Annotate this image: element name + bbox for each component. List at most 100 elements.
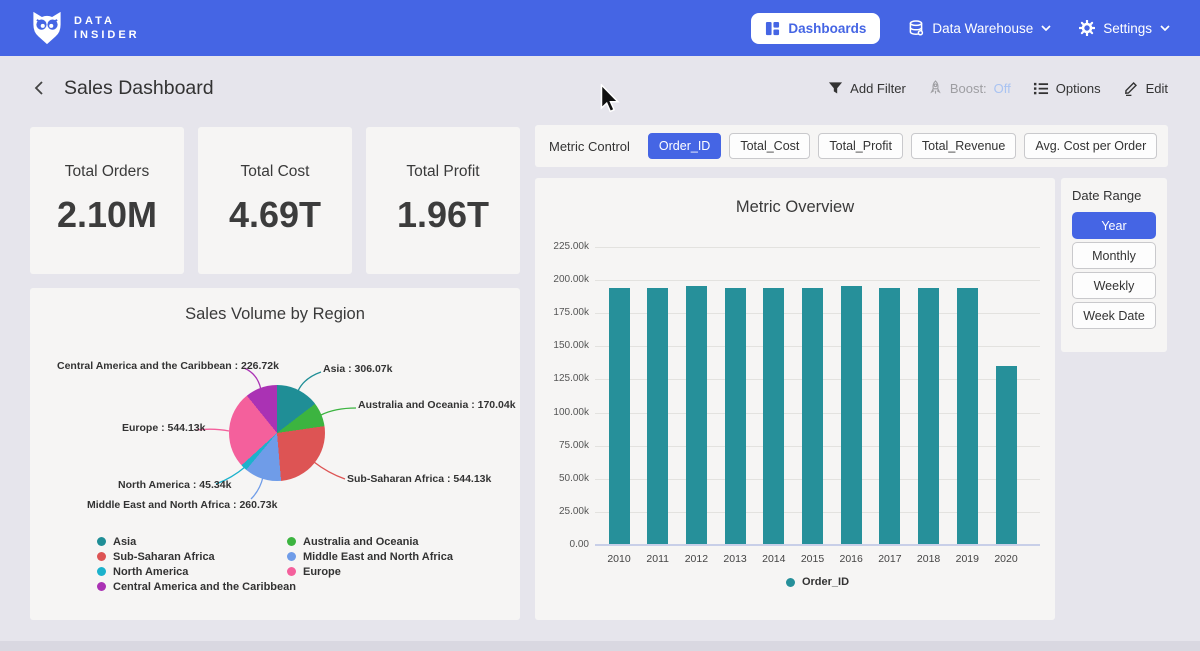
metric-chip-total-revenue[interactable]: Total_Revenue (911, 133, 1016, 159)
options-button[interactable]: Options (1033, 81, 1101, 96)
pie-label-australia: Australia and Oceania : 170.04k (358, 399, 516, 411)
settings-menu[interactable]: Settings (1079, 20, 1170, 36)
page-title: Sales Dashboard (64, 77, 214, 100)
legend-dot (287, 567, 296, 576)
bar-chart-title: Metric Overview (535, 198, 1055, 217)
pie-chart[interactable] (229, 385, 325, 481)
data-warehouse-label: Data Warehouse (932, 21, 1033, 36)
owl-logo-icon (30, 10, 64, 46)
pie-label-mena: Middle East and North Africa : 260.73k (87, 499, 277, 511)
pie-label-north-america: North America : 45.34k (118, 479, 231, 491)
boost-toggle[interactable]: Boost: Off (928, 80, 1011, 96)
bar-2019[interactable] (957, 288, 978, 545)
bar-plot-area: 0.0025.00k50.00k75.00k100.00k125.00k150.… (595, 247, 1040, 545)
filter-icon (828, 81, 843, 95)
y-axis-tick: 50.00k (537, 474, 589, 484)
gridline (595, 247, 1040, 248)
bottom-scroll-strip (0, 641, 1200, 651)
back-button[interactable] (32, 80, 48, 96)
legend-item[interactable]: North America (97, 564, 296, 579)
date-range-year[interactable]: Year (1072, 212, 1156, 239)
legend-item[interactable]: Sub-Saharan Africa (97, 549, 296, 564)
metric-overview-chart: Metric Overview 0.0025.00k50.00k75.00k10… (535, 178, 1055, 620)
legend-dot (97, 552, 106, 561)
x-axis-tick: 2012 (675, 553, 717, 565)
date-range-panel: Date Range Year Monthly Weekly Week Date (1061, 178, 1167, 352)
legend-dot (786, 578, 795, 587)
y-axis-tick: 75.00k (537, 441, 589, 451)
metric-chip-total-profit[interactable]: Total_Profit (818, 133, 903, 159)
x-axis-tick: 2019 (946, 553, 988, 565)
y-axis-tick: 200.00k (537, 275, 589, 285)
bar-2013[interactable] (725, 288, 746, 545)
bar-2014[interactable] (763, 288, 784, 545)
bar-2020[interactable] (996, 366, 1017, 545)
x-axis-tick: 2014 (753, 553, 795, 565)
x-axis-tick: 2011 (637, 553, 679, 565)
mouse-cursor (600, 84, 620, 114)
legend-dot (97, 537, 106, 546)
y-axis-tick: 175.00k (537, 308, 589, 318)
chevron-down-icon (1160, 25, 1170, 31)
x-axis-tick: 2018 (908, 553, 950, 565)
metric-chip-avg-cost[interactable]: Avg. Cost per Order (1024, 133, 1157, 159)
y-axis-tick: 100.00k (537, 408, 589, 418)
pencil-icon (1123, 80, 1139, 96)
pie-label-sub-saharan: Sub-Saharan Africa : 544.13k (347, 473, 491, 485)
pie-legend-column-2: Australia and Oceania Middle East and No… (287, 534, 453, 579)
bar-2016[interactable] (841, 286, 862, 545)
data-warehouse-menu[interactable]: Data Warehouse (908, 20, 1051, 36)
settings-label: Settings (1103, 21, 1152, 36)
x-axis-tick: 2017 (869, 553, 911, 565)
metric-control-bar: Metric Control Order_ID Total_Cost Total… (535, 125, 1168, 167)
add-filter-button[interactable]: Add Filter (828, 81, 906, 96)
bar-2011[interactable] (647, 288, 668, 545)
pie-legend-column-1: Asia Sub-Saharan Africa North America Ce… (97, 534, 296, 594)
brand-logo: DATA INSIDER (30, 10, 140, 46)
y-axis-tick: 150.00k (537, 341, 589, 351)
kpi-total-orders: Total Orders 2.10M (30, 127, 184, 274)
x-axis-tick: 2015 (792, 553, 834, 565)
legend-dot (97, 567, 106, 576)
metric-chip-total-cost[interactable]: Total_Cost (729, 133, 810, 159)
kpi-cards: Total Orders 2.10M Total Cost 4.69T Tota… (30, 127, 520, 274)
legend-item[interactable]: Australia and Oceania (287, 534, 453, 549)
legend-dot (287, 552, 296, 561)
dashboards-button[interactable]: Dashboards (751, 13, 880, 44)
metric-chip-order-id[interactable]: Order_ID (648, 133, 721, 159)
pie-label-asia: Asia : 306.07k (323, 363, 392, 375)
x-axis-tick: 2010 (598, 553, 640, 565)
legend-item[interactable]: Middle East and North Africa (287, 549, 453, 564)
legend-item[interactable]: Asia (97, 534, 296, 549)
chevron-down-icon (1041, 25, 1051, 31)
date-range-weekly[interactable]: Weekly (1072, 272, 1156, 299)
legend-item[interactable]: Central America and the Caribbean (97, 579, 296, 594)
legend-item[interactable]: Europe (287, 564, 453, 579)
y-axis-tick: 25.00k (537, 507, 589, 517)
x-axis-line (595, 544, 1040, 546)
metric-control-label: Metric Control (549, 139, 630, 154)
bar-2012[interactable] (686, 286, 707, 545)
brand-name: DATA INSIDER (74, 14, 140, 42)
pie-label-europe: Europe : 544.13k (122, 422, 205, 434)
date-range-label: Date Range (1072, 188, 1156, 203)
y-axis-tick: 125.00k (537, 374, 589, 384)
bar-2017[interactable] (879, 288, 900, 545)
bar-2018[interactable] (918, 288, 939, 545)
dashboards-label: Dashboards (788, 21, 866, 36)
x-axis-tick: 2016 (830, 553, 872, 565)
y-axis-tick: 225.00k (537, 242, 589, 252)
bar-2015[interactable] (802, 288, 823, 545)
rocket-icon (928, 80, 943, 96)
x-axis-tick: 2020 (985, 553, 1027, 565)
legend-dot (97, 582, 106, 591)
bar-chart-legend[interactable]: Order_ID (595, 576, 1040, 588)
kpi-total-profit: Total Profit 1.96T (366, 127, 520, 274)
date-range-week-date[interactable]: Week Date (1072, 302, 1156, 329)
legend-dot (287, 537, 296, 546)
edit-button[interactable]: Edit (1123, 80, 1168, 96)
date-range-monthly[interactable]: Monthly (1072, 242, 1156, 269)
sales-by-region-chart: Sales Volume by Region Central America a… (30, 288, 520, 620)
bar-2010[interactable] (609, 288, 630, 545)
boost-status: Off (994, 81, 1011, 96)
